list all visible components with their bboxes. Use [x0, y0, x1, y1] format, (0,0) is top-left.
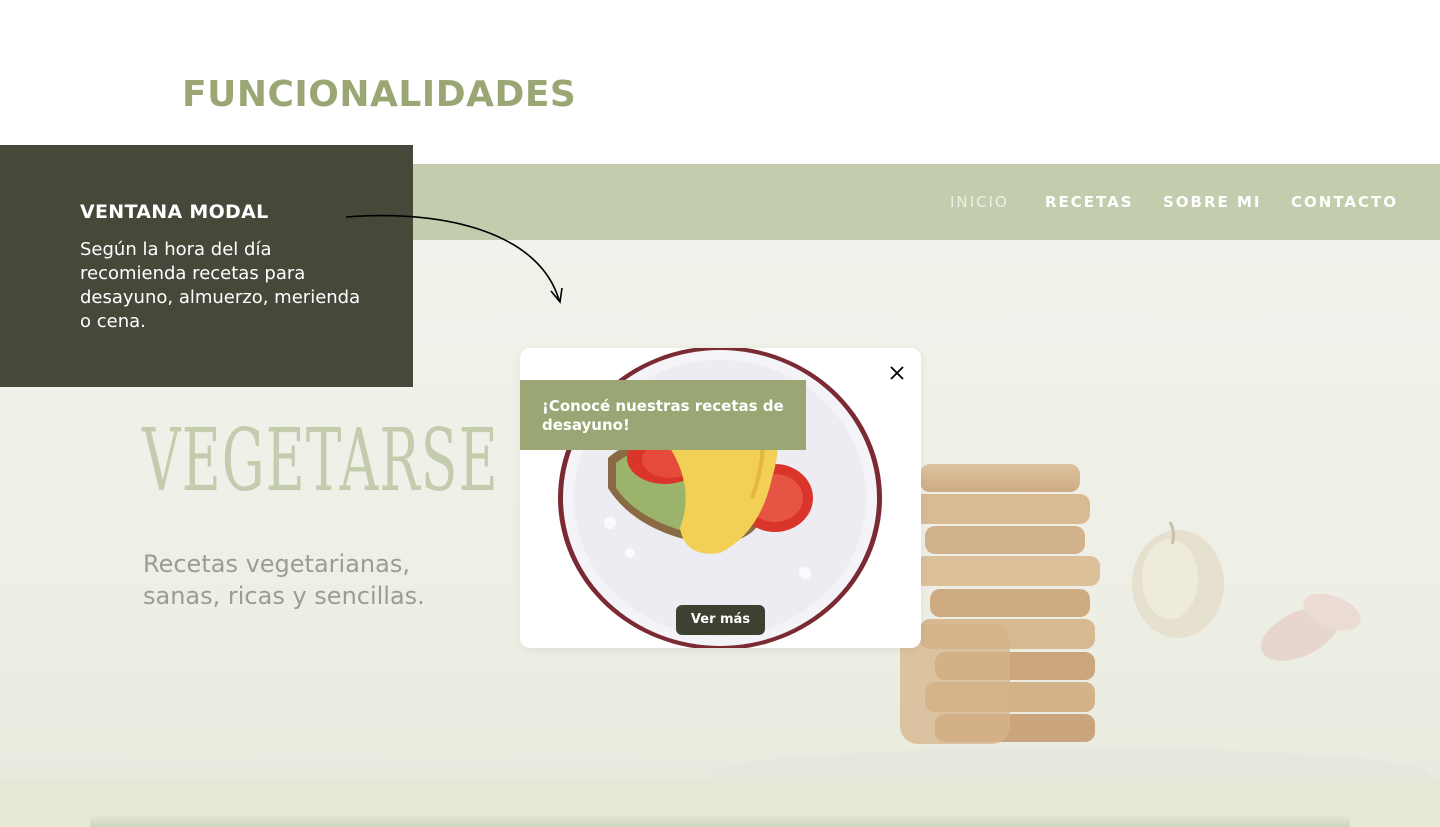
arrow-icon: [345, 214, 563, 304]
brand-logo-text: VEGETARSE: [142, 411, 499, 511]
annotation-title: VENTANA MODAL: [80, 201, 269, 223]
nav-item-contacto[interactable]: CONTACTO: [1291, 193, 1398, 211]
nav-item-recetas[interactable]: RECETAS: [1045, 193, 1134, 211]
ver-mas-button[interactable]: Ver más: [676, 605, 765, 635]
close-icon[interactable]: [886, 362, 908, 384]
nav-item-inicio[interactable]: INICIO: [950, 193, 1009, 211]
section-title: FUNCIONALIDADES: [182, 74, 577, 115]
brand-subtitle: Recetas vegetarianas, sanas, ricas y sen…: [143, 550, 425, 610]
bottom-shadow: [90, 814, 1350, 827]
modal-banner: ¡Conocé nuestras recetas de desayuno!: [520, 380, 806, 450]
nav-item-sobre-mi[interactable]: SOBRE MI: [1163, 193, 1262, 211]
annotation-description: Según la hora del día recomienda recetas…: [80, 239, 361, 332]
recipe-modal: ¡Conocé nuestras recetas de desayuno! Ve…: [520, 348, 921, 648]
